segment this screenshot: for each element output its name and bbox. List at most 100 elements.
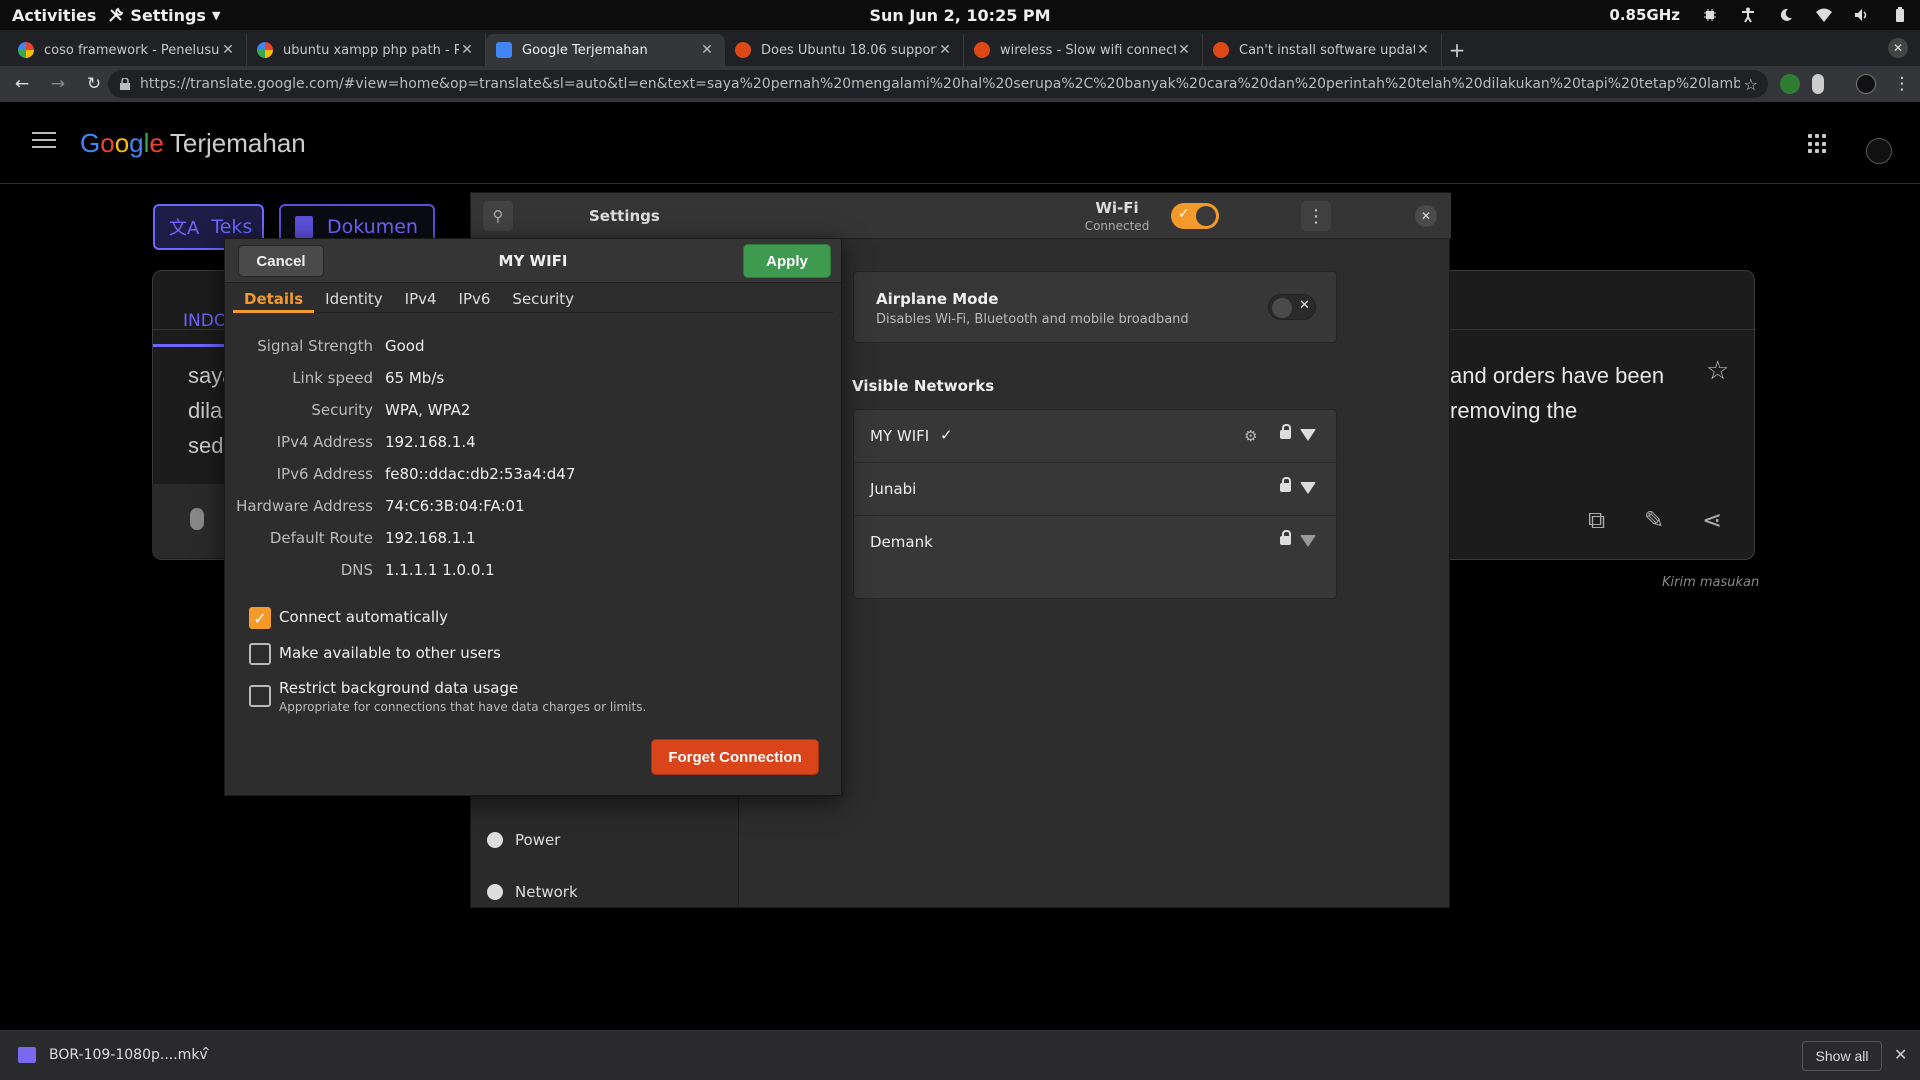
tab-close-icon[interactable]: ✕: [1176, 42, 1192, 58]
network-row[interactable]: MY WIFI ✓ ⚙: [854, 410, 1338, 463]
detail-row: IPv4 Address 192.168.1.4: [225, 433, 841, 455]
tab-close-icon[interactable]: ✕: [699, 42, 715, 58]
browser-tab-strip: coso framework - Penelusura ✕ ubuntu xam…: [0, 30, 1920, 66]
copy-icon[interactable]: ⧉: [1588, 506, 1605, 534]
settings-headerbar: ⚲ Settings Wi-Fi Connected ✓ ⋮ ✕: [471, 193, 1451, 239]
hamburger-menu-icon[interactable]: [32, 132, 56, 153]
bookmark-star-icon[interactable]: ☆: [1744, 75, 1758, 94]
toggle-knob: [1272, 298, 1292, 318]
logo-word: Terjemahan: [169, 128, 306, 158]
chevron-up-icon[interactable]: ⌃: [200, 1045, 212, 1061]
sidebar-item-network[interactable]: Network: [487, 883, 578, 901]
account-avatar[interactable]: [1866, 138, 1892, 164]
close-icon[interactable]: ✕: [1894, 1045, 1907, 1064]
extension-shield-icon[interactable]: [1780, 74, 1800, 94]
browser-menu-icon[interactable]: ⋮: [1888, 70, 1916, 98]
network-row[interactable]: Demank: [854, 516, 1338, 569]
activities-button[interactable]: Activities: [0, 6, 108, 25]
airplane-mode-title: Airplane Mode: [876, 290, 999, 308]
google-translate-logo[interactable]: Google Terjemahan: [80, 128, 306, 159]
tab-ipv6[interactable]: IPv6: [448, 283, 502, 313]
gear-icon[interactable]: ⚙: [1244, 427, 1257, 445]
lock-icon: [1280, 424, 1291, 439]
battery-icon[interactable]: [1892, 7, 1908, 23]
new-tab-plus-icon[interactable]: +: [1442, 34, 1472, 66]
show-all-button[interactable]: Show all: [1802, 1041, 1882, 1071]
night-light-icon[interactable]: [1778, 7, 1794, 23]
checkbox-hint: Appropriate for connections that have da…: [279, 700, 647, 714]
kebab-menu-icon[interactable]: ⋮: [1301, 201, 1331, 231]
share-icon[interactable]: ⋖: [1702, 506, 1722, 534]
accessibility-icon[interactable]: [1740, 7, 1756, 23]
network-name: MY WIFI: [870, 427, 930, 445]
detail-key: DNS: [340, 561, 373, 579]
browser-tab[interactable]: coso framework - Penelusura ✕: [8, 34, 247, 66]
detail-row: Hardware Address 74:C6:3B:04:FA:01: [225, 497, 841, 519]
make-available-checkbox[interactable]: [249, 643, 271, 665]
dialog-title: MY WIFI: [498, 252, 568, 270]
cancel-button[interactable]: Cancel: [238, 245, 324, 277]
detail-row: DNS 1.1.1.1 1.0.0.1: [225, 561, 841, 583]
tab-details[interactable]: Details: [233, 283, 315, 313]
app-menu[interactable]: Settings ▼: [108, 6, 220, 25]
download-filename[interactable]: BOR-109-1080p....mkv: [49, 1047, 208, 1063]
tab-close-icon[interactable]: ✕: [1415, 42, 1431, 58]
checkbox-label[interactable]: Connect automatically: [279, 608, 448, 626]
tab-identity[interactable]: Identity: [314, 283, 394, 313]
source-language-tab[interactable]: INDO: [153, 291, 233, 347]
tab-close-icon[interactable]: ✕: [459, 42, 475, 58]
reload-icon[interactable]: ↻: [80, 70, 108, 98]
tab-ipv4[interactable]: IPv4: [394, 283, 448, 313]
settings-title: Settings: [589, 207, 660, 225]
apps-grid-icon[interactable]: [1808, 134, 1828, 154]
profile-avatar[interactable]: [1856, 74, 1876, 94]
wifi-icon[interactable]: [1816, 7, 1832, 23]
airplane-mode-toggle[interactable]: ✕: [1268, 294, 1316, 320]
window-close-icon[interactable]: ✕: [1888, 38, 1908, 58]
detail-key: Link speed: [292, 369, 373, 387]
askubuntu-favicon-icon: [1213, 42, 1229, 58]
translation-text: and orders have been removing the: [1450, 358, 1664, 428]
cpu-frequency[interactable]: 0.85GHz: [1609, 6, 1680, 24]
tab-close-icon[interactable]: ✕: [937, 42, 953, 58]
askubuntu-favicon-icon: [974, 42, 990, 58]
cpu-chip-icon[interactable]: [1702, 7, 1718, 23]
save-star-icon[interactable]: ☆: [1706, 356, 1729, 386]
edit-pencil-icon[interactable]: ✎: [1644, 506, 1664, 534]
tab-close-icon[interactable]: ✕: [220, 42, 236, 58]
microphone-icon[interactable]: [190, 508, 204, 530]
search-icon[interactable]: ⚲: [483, 201, 513, 231]
sidebar-item-power[interactable]: Power: [487, 831, 560, 849]
wifi-toggle[interactable]: ✓: [1171, 203, 1219, 229]
page-scrollbar[interactable]: [1906, 184, 1920, 1030]
browser-tab[interactable]: ubuntu xampp php path - Pe ✕: [247, 34, 486, 66]
browser-tab[interactable]: Can't install software update ✕: [1203, 34, 1442, 66]
lock-icon: [120, 78, 130, 90]
forward-arrow-icon[interactable]: →: [44, 70, 72, 98]
browser-tab[interactable]: wireless - Slow wifi connectio ✕: [964, 34, 1203, 66]
back-arrow-icon[interactable]: ←: [8, 70, 36, 98]
checkbox-label[interactable]: Make available to other users: [279, 644, 501, 662]
forget-connection-button[interactable]: Forget Connection: [651, 739, 819, 775]
connected-check-icon: ✓: [940, 426, 953, 444]
browser-tab[interactable]: Does Ubuntu 18.06 supports ✕: [725, 34, 964, 66]
browser-toolbar: ← → ↻ https://translate.google.com/#view…: [0, 66, 1920, 102]
checkbox-label[interactable]: Restrict background data usage: [279, 679, 518, 697]
connect-automatically-checkbox[interactable]: ✓: [249, 607, 271, 629]
volume-icon[interactable]: [1854, 7, 1870, 23]
sidebar-item-label: Power: [515, 831, 561, 849]
toggle-knob: [1196, 206, 1216, 226]
wifi-details-dialog: Cancel MY WIFI Apply Details Identity IP…: [224, 238, 842, 796]
airplane-mode-row[interactable]: Airplane Mode Disables Wi-Fi, Bluetooth …: [853, 271, 1337, 343]
network-row[interactable]: Junabi: [854, 463, 1338, 516]
detail-key: Security: [311, 401, 373, 419]
address-bar[interactable]: https://translate.google.com/#view=home&…: [108, 70, 1768, 98]
browser-tab-active[interactable]: Google Terjemahan ✕: [486, 34, 725, 66]
close-icon[interactable]: ✕: [1415, 205, 1437, 227]
apply-button[interactable]: Apply: [743, 244, 831, 278]
extension-mouse-icon[interactable]: [1812, 74, 1824, 94]
restrict-background-checkbox[interactable]: [249, 685, 271, 707]
feedback-link[interactable]: Kirim masukan: [1662, 575, 1759, 590]
google-favicon-icon: [257, 42, 273, 58]
tab-security[interactable]: Security: [501, 283, 585, 313]
